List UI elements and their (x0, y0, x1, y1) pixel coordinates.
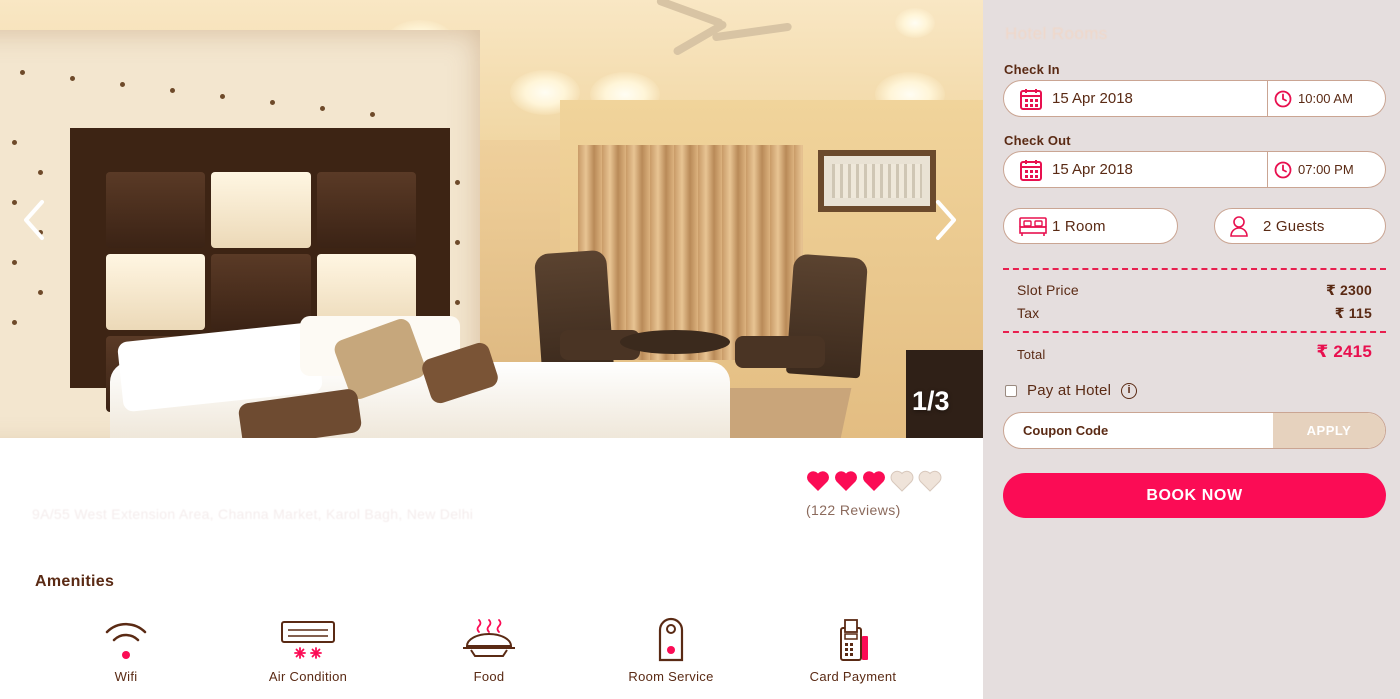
tax-row: Tax ₹ 115 (1017, 305, 1372, 321)
amenity-room-service: Room Service (611, 616, 731, 684)
chevron-left-icon (24, 200, 44, 240)
guests-value: 2 Guests (1263, 218, 1325, 235)
user-icon (1230, 216, 1248, 237)
amenity-food: Food (429, 616, 549, 684)
amenity-label: Room Service (628, 669, 714, 684)
amenities-heading: Amenities (35, 573, 115, 590)
pay-at-hotel-row[interactable]: Pay at Hotel i (1005, 382, 1138, 399)
info-icon[interactable]: i (1121, 382, 1138, 399)
gallery-prev-button[interactable] (16, 198, 56, 242)
coupon-input[interactable] (1004, 413, 1274, 448)
total-label: Total (1017, 347, 1046, 362)
guests-selector[interactable]: 2 Guests (1214, 208, 1386, 244)
photo-ceiling-light (895, 8, 935, 38)
booking-panel: Hotel Rooms Check In 15 Apr 2018 10:00 A… (983, 0, 1400, 699)
check-out-label: Check Out (1004, 133, 1071, 148)
pay-at-hotel-checkbox[interactable] (1005, 384, 1017, 397)
amenity-wifi: Wifi (66, 616, 186, 684)
pay-at-hotel-label[interactable]: Pay at Hotel (1027, 382, 1111, 399)
bed-icon (1019, 217, 1047, 236)
total-row: Total ₹ 2415 (1017, 342, 1372, 362)
panel-title: Hotel Rooms (1005, 24, 1108, 43)
reviews-count[interactable]: (122 Reviews) (806, 502, 901, 518)
amenity-air-condition: Air Condition (248, 616, 368, 684)
slot-price-row: Slot Price ₹ 2300 (1017, 282, 1372, 298)
check-out-time[interactable]: 07:00 PM (1298, 162, 1354, 177)
check-in-time[interactable]: 10:00 AM (1298, 91, 1353, 106)
photo-curtain (578, 145, 803, 360)
check-out-field[interactable]: 15 Apr 2018 07:00 PM (1003, 151, 1386, 188)
divider (1003, 331, 1386, 333)
heart-icon (863, 471, 885, 491)
tax-label: Tax (1017, 305, 1040, 321)
heart-empty-icon (890, 470, 914, 492)
wifi-icon (105, 622, 147, 659)
photo-table (620, 330, 730, 354)
calendar-icon (1020, 89, 1042, 110)
check-out-date[interactable]: 15 Apr 2018 (1052, 161, 1133, 178)
chevron-right-icon (936, 200, 956, 240)
calendar-icon (1020, 160, 1042, 181)
photo-ac-unit (818, 150, 936, 212)
check-in-field[interactable]: 15 Apr 2018 10:00 AM (1003, 80, 1386, 117)
tax-value: ₹ 115 (1334, 305, 1372, 321)
divider (1003, 268, 1386, 270)
heart-empty-icon (918, 470, 942, 492)
amenity-label: Air Condition (268, 669, 348, 684)
amenity-card-payment: Card Payment (793, 616, 913, 684)
food-icon (463, 619, 515, 657)
gallery-counter: 1/3 (912, 386, 950, 416)
check-in-label: Check In (1004, 62, 1060, 77)
room-service-icon (658, 617, 684, 662)
card-payment-icon (840, 619, 868, 661)
amenity-label: Wifi (114, 669, 138, 684)
heart-icon (807, 471, 829, 491)
amenity-label: Card Payment (809, 669, 897, 684)
coupon-field: APPLY (1003, 412, 1386, 449)
rooms-selector[interactable]: 1 Room (1003, 208, 1178, 244)
clock-icon (1274, 161, 1292, 179)
slot-price-value: ₹ 2300 (1326, 282, 1372, 298)
book-now-button[interactable]: BOOK NOW (1003, 473, 1386, 518)
air-condition-icon (281, 621, 335, 659)
check-in-date[interactable]: 15 Apr 2018 (1052, 90, 1133, 107)
rooms-value: 1 Room (1052, 218, 1106, 235)
gallery-next-button[interactable] (924, 198, 964, 242)
slot-price-label: Slot Price (1017, 282, 1079, 298)
rating-hearts (806, 470, 942, 492)
heart-icon (835, 471, 857, 491)
room-photo-gallery[interactable]: 1/3 (0, 0, 983, 438)
total-value: ₹ 2415 (1316, 342, 1372, 361)
apply-button[interactable]: APPLY (1273, 413, 1385, 448)
clock-icon (1274, 90, 1292, 108)
amenity-label: Food (473, 669, 505, 684)
hotel-address: 9A/55 West Extension Area, Channa Market… (32, 506, 474, 522)
